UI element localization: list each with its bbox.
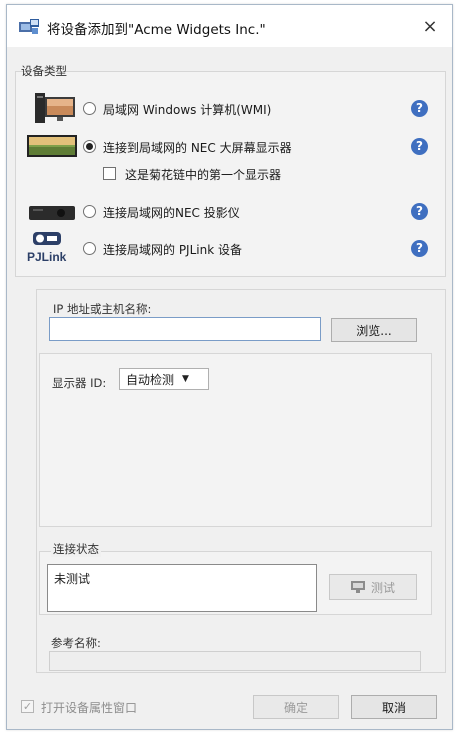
open-properties-checkbox[interactable]: ✓ [21, 700, 34, 713]
daisy-chain-checkbox[interactable] [103, 167, 116, 180]
monitor-id-label: 显示器 ID: [52, 376, 107, 390]
status-text: 未测试 [54, 572, 91, 586]
browse-button[interactable]: 浏览... [331, 318, 417, 342]
browse-label: 浏览... [356, 323, 392, 338]
windows-computer-radio[interactable] [83, 102, 96, 115]
pjlink-logo-text: PJLink [27, 250, 67, 264]
daisy-chain-row[interactable]: 这是菊花链中的第一个显示器 [103, 165, 363, 185]
pjlink-radio[interactable] [83, 242, 96, 255]
add-device-dialog: 将设备添加到"Acme Widgets Inc." × 设备类型 局域网 Win… [6, 4, 453, 730]
option-windows-computer[interactable]: 局域网 Windows 计算机(WMI) ? [7, 93, 452, 125]
ok-button[interactable]: 确定 [253, 695, 339, 719]
large-display-label: 连接到局域网的 NEC 大屏幕显示器 [103, 141, 292, 155]
app-icon [19, 19, 39, 34]
pjlink-label: 连接局域网的 PJLink 设备 [103, 243, 242, 257]
cancel-label: 取消 [381, 700, 406, 715]
monitor-icon [350, 581, 365, 593]
reference-name-input[interactable] [49, 651, 421, 671]
ip-address-input[interactable] [49, 317, 321, 341]
test-label: 测试 [370, 580, 395, 595]
open-properties-label: 打开设备属性窗口 [41, 701, 138, 715]
open-properties-row[interactable]: ✓ 打开设备属性窗口 [21, 699, 221, 717]
ip-address-label: IP 地址或主机名称: [53, 302, 152, 316]
help-icon[interactable]: ? [411, 100, 428, 117]
help-icon[interactable]: ? [411, 138, 428, 155]
dialog-title: 将设备添加到"Acme Widgets Inc." [47, 22, 266, 38]
large-display-icon [27, 135, 77, 157]
status-text-box: 未测试 [47, 564, 317, 612]
daisy-chain-label: 这是菊花链中的第一个显示器 [125, 168, 282, 182]
title-bar: 将设备添加到"Acme Widgets Inc." × [7, 5, 452, 47]
cancel-button[interactable]: 取消 [351, 695, 437, 719]
close-button[interactable]: × [418, 14, 442, 38]
option-pjlink[interactable]: PJLink 连接局域网的 PJLink 设备 ? [7, 232, 452, 265]
device-type-label: 设备类型 [21, 64, 67, 78]
monitor-id-value: 自动检测 [126, 372, 175, 387]
chevron-down-icon: ▼ [182, 374, 189, 384]
help-icon[interactable]: ? [411, 203, 428, 220]
projector-label: 连接局域网的NEC 投影仪 [103, 206, 240, 220]
close-icon: × [422, 15, 438, 37]
help-icon[interactable]: ? [411, 240, 428, 257]
projector-icon [29, 206, 75, 220]
windows-computer-icon [35, 93, 75, 123]
reference-name-label: 参考名称: [51, 636, 101, 650]
monitor-id-dropdown[interactable]: 自动检测 ▼ [119, 368, 209, 390]
windows-computer-label: 局域网 Windows 计算机(WMI) [103, 103, 272, 117]
large-display-radio[interactable] [83, 140, 96, 153]
connection-status-label: 连接状态 [51, 541, 101, 557]
pjlink-icon: PJLink [27, 231, 67, 265]
option-large-display[interactable]: 连接到局域网的 NEC 大屏幕显示器 ? [7, 133, 452, 163]
test-button[interactable]: 测试 [329, 574, 417, 600]
ok-label: 确定 [283, 700, 308, 715]
pjlink-projector-graphic [33, 232, 61, 245]
projector-radio[interactable] [83, 205, 96, 218]
option-projector[interactable]: 连接局域网的NEC 投影仪 ? [7, 198, 452, 228]
